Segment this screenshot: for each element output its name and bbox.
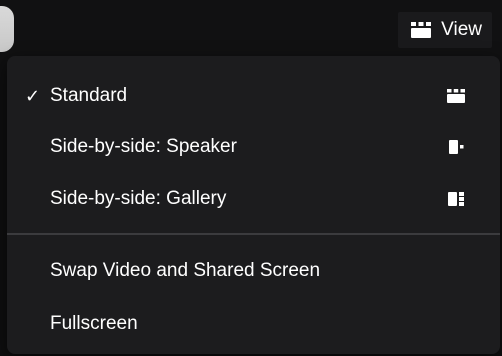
menu-item-standard[interactable]: ✓ Standard (7, 72, 500, 120)
menu-item-label: Fullscreen (50, 313, 138, 334)
menu-item-side-by-side-speaker[interactable]: Side-by-side: Speaker (7, 123, 500, 171)
menu-item-label: Side-by-side: Gallery (50, 188, 227, 209)
menu-item-fullscreen[interactable]: Fullscreen (7, 300, 500, 348)
video-tile-edge (0, 6, 14, 52)
standard-layout-icon (446, 88, 466, 104)
menu-item-label: Swap Video and Shared Screen (50, 260, 321, 281)
view-button-label: View (441, 19, 482, 40)
view-button[interactable]: View (398, 12, 492, 48)
menu-item-label: Side-by-side: Speaker (50, 136, 237, 157)
menu-divider (7, 233, 500, 235)
checkmark-icon: ✓ (25, 86, 41, 106)
gallery-grid-icon (410, 21, 432, 39)
menu-item-label: Standard (50, 85, 128, 106)
meeting-top-bar: View (0, 0, 502, 60)
menu-item-swap-video-shared-screen[interactable]: Swap Video and Shared Screen (7, 247, 500, 295)
side-by-side-speaker-icon (446, 139, 466, 155)
menu-item-side-by-side-gallery[interactable]: Side-by-side: Gallery (7, 175, 500, 223)
side-by-side-gallery-icon (446, 191, 466, 207)
view-menu: ✓ Standard Side-by-side: Speaker Side-by… (7, 56, 500, 354)
